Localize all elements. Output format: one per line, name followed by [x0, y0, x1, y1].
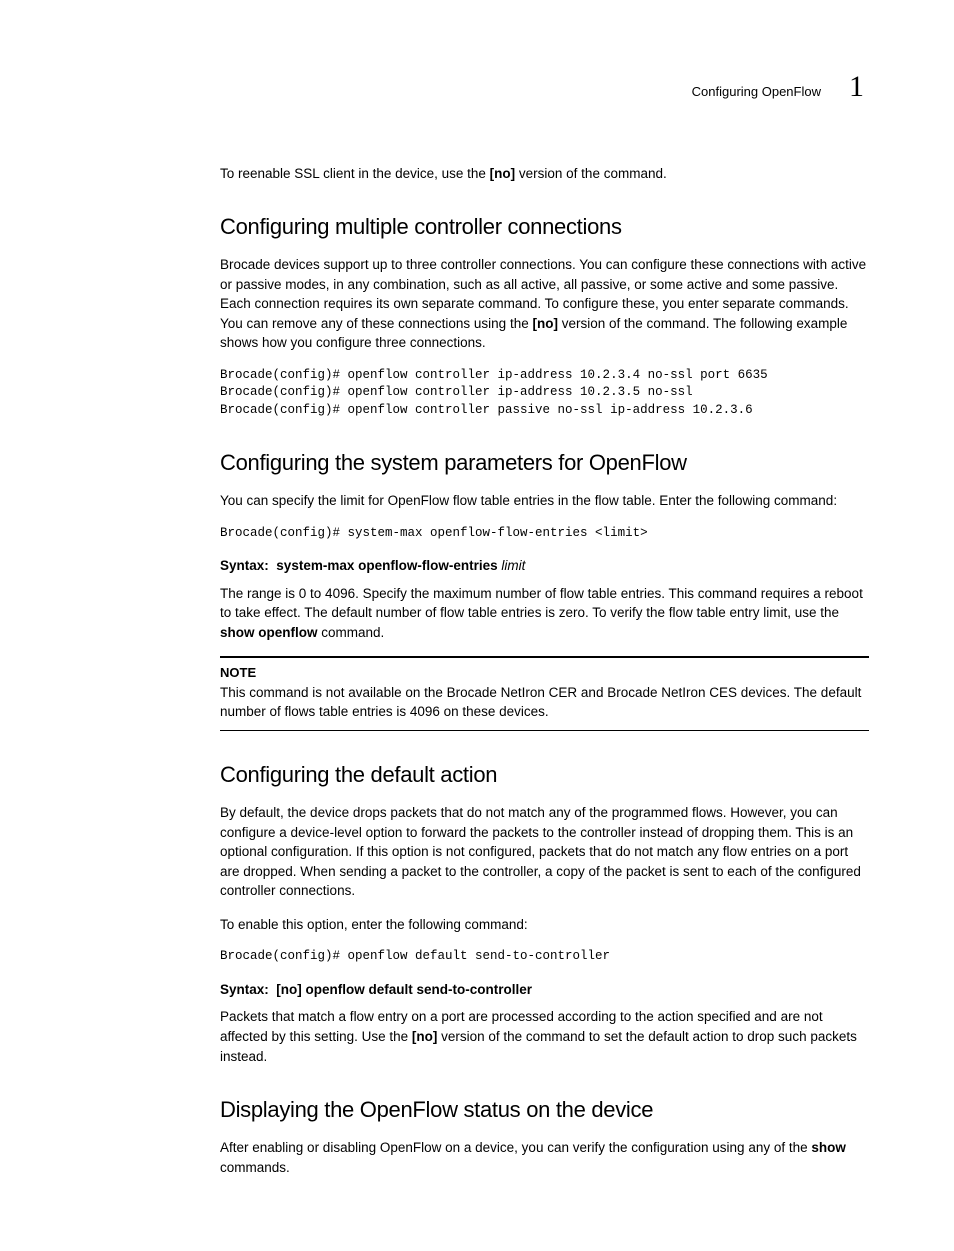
show-keyword: show — [811, 1140, 846, 1155]
sec3-p2: To enable this option, enter the followi… — [220, 915, 869, 935]
text: To reenable SSL client in the device, us… — [220, 166, 490, 181]
no-keyword: [no] — [490, 166, 515, 181]
note-header: NOTE — [220, 664, 869, 683]
sec3-p3: Packets that match a flow entry on a por… — [220, 1007, 869, 1066]
heading-display-status: Displaying the OpenFlow status on the de… — [220, 1094, 869, 1126]
intro-paragraph: To reenable SSL client in the device, us… — [220, 164, 869, 184]
text: commands. — [220, 1160, 290, 1175]
code-block: Brocade(config)# system-max openflow-flo… — [220, 525, 869, 543]
syntax-command: system-max openflow-flow-entries — [276, 558, 497, 573]
code-block: Brocade(config)# openflow default send-t… — [220, 948, 869, 966]
syntax-label: Syntax: — [220, 982, 269, 997]
syntax-line: Syntax: [no] openflow default send-to-co… — [220, 980, 869, 1000]
page-header: Configuring OpenFlow 1 — [90, 65, 869, 109]
sec3-p1: By default, the device drops packets tha… — [220, 803, 869, 901]
heading-multiple-controller: Configuring multiple controller connecti… — [220, 211, 869, 243]
note-block: NOTE This command is not available on th… — [220, 656, 869, 731]
show-openflow-keyword: show openflow — [220, 625, 318, 640]
sec2-p1: You can specify the limit for OpenFlow f… — [220, 491, 869, 511]
header-section-label: Configuring OpenFlow — [692, 83, 821, 106]
heading-default-action: Configuring the default action — [220, 759, 869, 791]
syntax-arg: limit — [501, 558, 525, 573]
syntax-command: [no] openflow default send-to-controller — [276, 982, 532, 997]
text: command. — [318, 625, 385, 640]
page: Configuring OpenFlow 1 To reenable SSL c… — [0, 0, 954, 1251]
no-keyword: [no] — [412, 1029, 437, 1044]
content: To reenable SSL client in the device, us… — [220, 164, 869, 1178]
heading-system-parameters: Configuring the system parameters for Op… — [220, 447, 869, 479]
note-body: This command is not available on the Bro… — [220, 684, 869, 722]
text: The range is 0 to 4096. Specify the maxi… — [220, 586, 863, 621]
sec4-p1: After enabling or disabling OpenFlow on … — [220, 1138, 869, 1177]
syntax-label: Syntax: — [220, 558, 269, 573]
text: version of the command. — [515, 166, 667, 181]
syntax-line: Syntax: system-max openflow-flow-entries… — [220, 556, 869, 576]
text: After enabling or disabling OpenFlow on … — [220, 1140, 811, 1155]
sec2-p2: The range is 0 to 4096. Specify the maxi… — [220, 584, 869, 643]
code-block: Brocade(config)# openflow controller ip-… — [220, 367, 869, 420]
sec1-paragraph: Brocade devices support up to three cont… — [220, 255, 869, 353]
chapter-number: 1 — [849, 65, 864, 109]
no-keyword: [no] — [532, 316, 557, 331]
